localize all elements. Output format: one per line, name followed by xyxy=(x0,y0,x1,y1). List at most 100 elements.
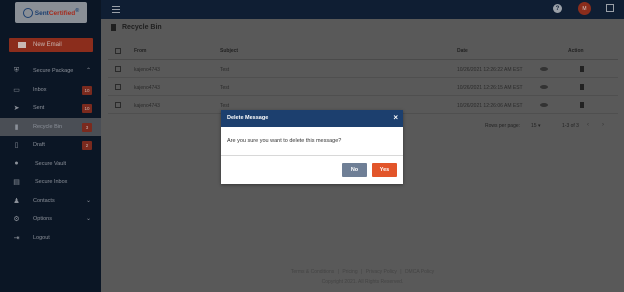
help-icon[interactable]: ? xyxy=(553,4,562,13)
sidebar-item-label: Secure Inbox xyxy=(35,179,68,186)
inbox-count-badge: 10 xyxy=(82,85,92,95)
sidebar-item-secure-package[interactable]: ⛨ Secure Package ⌃ xyxy=(0,62,101,81)
sidebar-item-recycle-bin[interactable]: ▮ Recycle Bin 3 xyxy=(0,117,101,136)
cell-date: 10/26/2021 12:26:15 AM EST xyxy=(457,85,523,91)
mail-icon xyxy=(18,42,26,48)
page-range: 1-3 of 3 xyxy=(562,123,579,129)
recycle-bin-count-badge: 3 xyxy=(82,122,92,132)
footer-separator: | xyxy=(361,269,363,275)
no-button[interactable]: No xyxy=(342,163,367,177)
avatar[interactable]: M xyxy=(578,2,591,15)
chevron-up-icon[interactable]: ⌃ xyxy=(86,67,91,74)
sidebar-item-label: Draft xyxy=(33,142,45,149)
gear-icon: ⚙ xyxy=(13,216,20,224)
chevron-right-icon[interactable]: › xyxy=(602,122,604,128)
footer-separator: | xyxy=(400,269,402,275)
inbox-icon: ▭ xyxy=(13,86,20,94)
cell-from: kajeno4743 xyxy=(134,103,160,109)
row-checkbox[interactable] xyxy=(115,102,121,108)
dialog-body: Are you sure you want to delete this mes… xyxy=(221,127,403,156)
delete-message-dialog: Delete Message × Are you sure you want t… xyxy=(221,110,403,184)
send-icon: ➤ xyxy=(13,105,20,113)
footer-separator: | xyxy=(337,269,339,275)
sidebar-item-contacts[interactable]: ♟ Contacts ⌄ xyxy=(0,192,101,211)
sidebar-item-label: Options xyxy=(33,216,52,223)
messages-table: From Subject Date Action kajeno4743 Test… xyxy=(108,43,618,114)
new-email-label: New Email xyxy=(33,42,62,48)
person-icon: ♟ xyxy=(13,197,20,205)
dialog-header: Delete Message × xyxy=(221,110,403,127)
sidebar-item-label: Sent xyxy=(33,105,45,112)
cell-date: 10/26/2021 12:26:06 AM EST xyxy=(457,103,523,109)
table-row[interactable]: kajeno4743 Test 10/26/2021 12:26:22 AM E… xyxy=(108,60,618,78)
logo-text: SentCertified® xyxy=(34,7,80,18)
secure-inbox-icon: ▤ xyxy=(13,179,20,187)
page-header: Recycle Bin xyxy=(101,19,624,38)
sidebar-item-label: Secure Vault xyxy=(35,160,67,167)
footer-link-dmca[interactable]: DMCA Policy xyxy=(405,269,434,275)
column-header-action: Action xyxy=(568,48,584,54)
dialog-message: Are you sure you want to delete this mes… xyxy=(227,138,342,144)
chevron-down-icon[interactable]: ⌄ xyxy=(86,215,91,222)
column-header-subject[interactable]: Subject xyxy=(220,48,238,54)
sidebar-nav: ⛨ Secure Package ⌃ ▭ Inbox 10 ➤ Sent 10 … xyxy=(0,62,101,247)
logout-icon: ⇥ xyxy=(13,234,20,242)
footer-links: Terms & Conditions | Pricing | Privacy P… xyxy=(101,269,624,275)
sidebar-item-sent[interactable]: ➤ Sent 10 xyxy=(0,99,101,118)
page-title: Recycle Bin xyxy=(122,24,162,31)
cell-subject: Test xyxy=(220,85,230,91)
cell-from: kajeno4743 xyxy=(134,67,160,73)
draft-icon: ▯ xyxy=(14,142,19,150)
new-email-button[interactable]: New Email xyxy=(9,38,93,52)
logo-mark-icon xyxy=(22,7,33,18)
select-all-checkbox[interactable] xyxy=(115,48,121,54)
cell-subject: Test xyxy=(220,103,230,109)
sidebar-item-secure-inbox[interactable]: ▤ Secure Inbox xyxy=(0,173,101,192)
sidebar-item-options[interactable]: ⚙ Options ⌄ xyxy=(0,210,101,229)
draft-count-badge: 2 xyxy=(82,141,92,150)
footer-link-terms[interactable]: Terms & Conditions xyxy=(291,269,334,275)
chevron-left-icon[interactable]: ‹ xyxy=(587,122,589,128)
sidebar-item-label: Inbox xyxy=(33,86,47,93)
column-header-from[interactable]: From xyxy=(134,48,147,54)
sidebar-item-label: Contacts xyxy=(33,197,55,204)
sidebar-item-inbox[interactable]: ▭ Inbox 10 xyxy=(0,81,101,100)
column-header-date[interactable]: Date xyxy=(457,48,468,54)
vault-icon: ● xyxy=(14,160,19,168)
table-row[interactable]: kajeno4743 Test 10/26/2021 12:26:15 AM E… xyxy=(108,78,618,96)
delete-icon[interactable] xyxy=(580,66,584,72)
row-checkbox[interactable] xyxy=(115,66,121,72)
sidebar-item-label: Recycle Bin xyxy=(33,123,63,130)
rows-per-page-select[interactable]: 15 ▾ xyxy=(531,123,540,129)
shield-icon: ⛨ xyxy=(13,67,20,75)
delete-icon[interactable] xyxy=(580,102,584,108)
sent-count-badge: 10 xyxy=(82,104,92,113)
yes-button[interactable]: Yes xyxy=(372,163,397,177)
cell-from: kajeno4743 xyxy=(134,85,160,91)
top-bar: ? M xyxy=(101,0,624,19)
row-checkbox[interactable] xyxy=(115,84,121,90)
sidebar-item-logout[interactable]: ⇥ Logout xyxy=(0,229,101,248)
eye-icon[interactable] xyxy=(540,103,548,107)
hamburger-menu-icon[interactable] xyxy=(112,6,120,13)
footer-link-pricing[interactable]: Pricing xyxy=(342,269,357,275)
cell-date: 10/26/2021 12:26:22 AM EST xyxy=(457,67,523,73)
logout-icon[interactable] xyxy=(606,4,614,12)
footer: Terms & Conditions | Pricing | Privacy P… xyxy=(101,269,624,285)
logo[interactable]: SentCertified® xyxy=(15,2,87,23)
delete-icon[interactable] xyxy=(580,84,584,90)
chevron-down-icon[interactable]: ⌄ xyxy=(86,197,91,204)
table-header: From Subject Date Action xyxy=(108,43,618,60)
close-icon[interactable]: × xyxy=(393,113,398,122)
sidebar-item-label: Secure Package xyxy=(33,68,74,75)
eye-icon[interactable] xyxy=(540,85,548,89)
rows-per-page-label: Rows per page: xyxy=(485,123,521,129)
sidebar-item-draft[interactable]: ▯ Draft 2 xyxy=(0,136,101,155)
footer-link-privacy[interactable]: Privacy Policy xyxy=(366,269,397,275)
eye-icon[interactable] xyxy=(540,67,548,71)
trash-icon xyxy=(111,24,116,31)
cell-subject: Test xyxy=(220,67,230,73)
sidebar-item-label: Logout xyxy=(33,234,50,241)
copyright: Copyright 2021. All Rights Reserved. xyxy=(321,279,404,285)
sidebar-item-secure-vault[interactable]: ● Secure Vault xyxy=(0,155,101,174)
